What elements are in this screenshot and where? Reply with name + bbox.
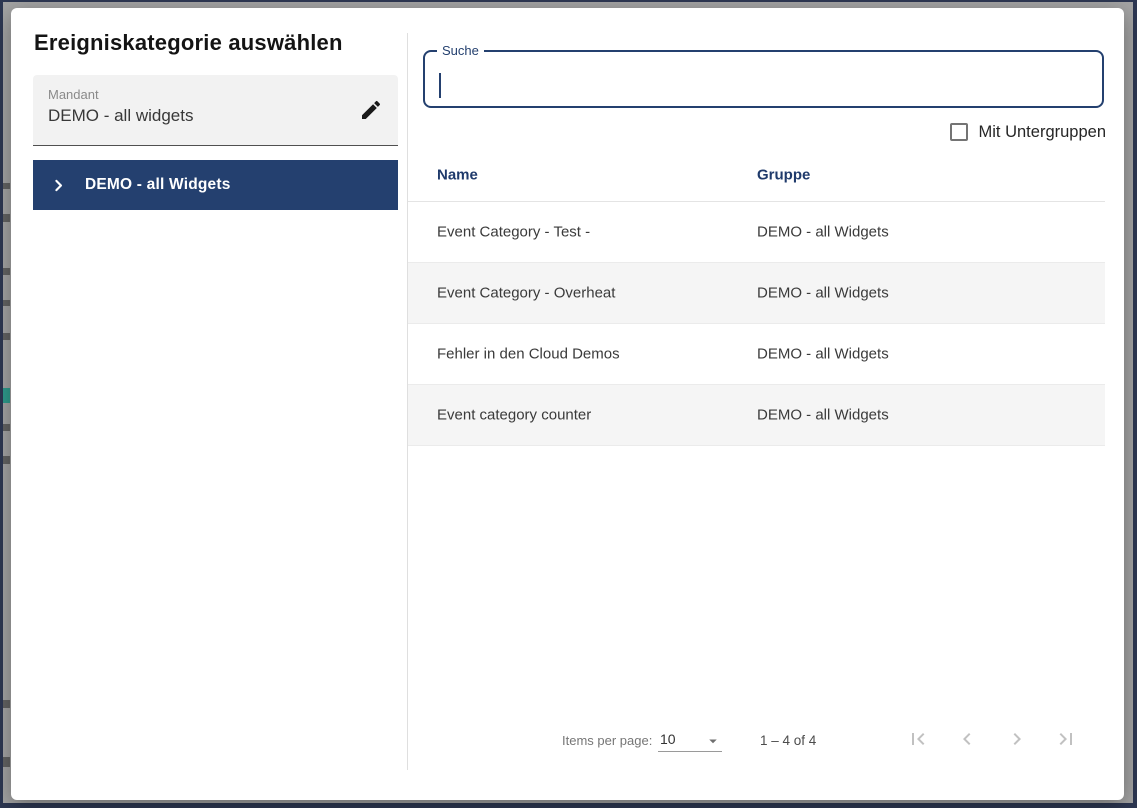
backdrop-fragment xyxy=(3,424,10,431)
edit-mandant-button[interactable] xyxy=(358,98,384,124)
first-page-button[interactable] xyxy=(906,727,930,751)
items-per-page-label: Items per page: xyxy=(562,733,652,748)
cell-name: Event Category - Test - xyxy=(437,224,590,241)
event-category-dialog: Ereigniskategorie auswählen Mandant DEMO… xyxy=(11,8,1124,800)
page-range-label: 1 – 4 of 4 xyxy=(760,733,816,748)
screenshot-frame: Ereigniskategorie auswählen Mandant DEMO… xyxy=(0,0,1137,808)
next-page-button[interactable] xyxy=(1005,727,1029,751)
tree-item-label: DEMO - all Widgets xyxy=(85,176,231,194)
window-border-top xyxy=(0,0,1137,2)
previous-page-button[interactable] xyxy=(955,727,979,751)
last-page-button[interactable] xyxy=(1054,727,1078,751)
backdrop-fragment xyxy=(3,456,10,464)
dialog-title: Ereigniskategorie auswählen xyxy=(34,30,343,56)
backdrop-fragment xyxy=(3,333,10,340)
pencil-icon xyxy=(359,110,383,125)
column-header-gruppe[interactable]: Gruppe xyxy=(757,166,810,183)
subgroups-checkbox[interactable] xyxy=(950,123,968,141)
mandant-field: Mandant DEMO - all widgets xyxy=(33,75,398,146)
cell-name: Event Category - Overheat xyxy=(437,285,615,302)
search-input[interactable] xyxy=(425,52,1102,106)
chevron-left-icon xyxy=(955,727,979,751)
backdrop-fragment xyxy=(3,757,10,767)
categories-table: Name Gruppe Event Category - Test - DEMO… xyxy=(408,148,1105,446)
backdrop-fragment xyxy=(3,700,10,708)
cell-name: Fehler in den Cloud Demos xyxy=(437,346,620,363)
caret-down-icon xyxy=(704,732,722,750)
mandant-value: DEMO - all widgets xyxy=(48,106,193,126)
window-border-bottom xyxy=(0,803,1137,808)
text-cursor xyxy=(439,73,441,98)
table-header-row: Name Gruppe xyxy=(408,148,1105,202)
backdrop-fragment-teal xyxy=(3,388,10,403)
subgroups-checkbox-row[interactable]: Mit Untergruppen xyxy=(950,119,1106,145)
table-row[interactable]: Event Category - Overheat DEMO - all Wid… xyxy=(408,263,1105,324)
subgroups-checkbox-label[interactable]: Mit Untergruppen xyxy=(979,123,1106,142)
page-size-select[interactable]: 10 xyxy=(658,730,722,752)
backdrop-fragment xyxy=(3,214,10,222)
table-row[interactable]: Fehler in den Cloud Demos DEMO - all Wid… xyxy=(408,324,1105,385)
cell-gruppe: DEMO - all Widgets xyxy=(757,346,889,363)
chevron-right-icon xyxy=(1005,727,1029,751)
backdrop-fragment xyxy=(3,268,10,275)
chevron-right-icon[interactable] xyxy=(50,177,67,194)
search-field: Suche xyxy=(423,50,1104,108)
cell-gruppe: DEMO - all Widgets xyxy=(757,285,889,302)
backdrop-fragment xyxy=(3,300,10,306)
table-row[interactable]: Event Category - Test - DEMO - all Widge… xyxy=(408,202,1105,263)
column-header-name[interactable]: Name xyxy=(437,166,478,183)
tree-item-demo-all-widgets[interactable]: DEMO - all Widgets xyxy=(33,160,398,210)
cell-name: Event category counter xyxy=(437,407,591,424)
backdrop-fragment xyxy=(3,183,10,189)
cell-gruppe: DEMO - all Widgets xyxy=(757,407,889,424)
cell-gruppe: DEMO - all Widgets xyxy=(757,224,889,241)
first-page-icon xyxy=(906,727,930,751)
window-border-left xyxy=(0,0,3,808)
page-size-value: 10 xyxy=(660,731,676,747)
table-row[interactable]: Event category counter DEMO - all Widget… xyxy=(408,385,1105,446)
window-border-right xyxy=(1133,0,1137,808)
mandant-label: Mandant xyxy=(48,87,99,102)
last-page-icon xyxy=(1054,727,1078,751)
